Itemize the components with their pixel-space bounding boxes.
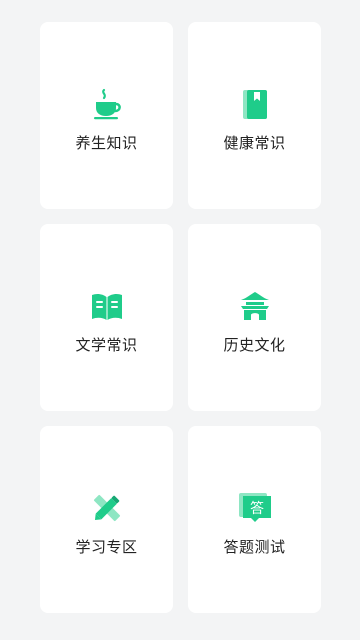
pavilion-icon: [237, 288, 273, 324]
card-label: 答题测试: [223, 538, 286, 556]
card-label: 健康常识: [223, 134, 286, 152]
card-label: 文学常识: [75, 336, 138, 354]
card-label: 学习专区: [75, 538, 138, 556]
svg-text:答: 答: [250, 500, 264, 517]
card-literature-knowledge[interactable]: 文学常识: [40, 224, 173, 411]
open-book-icon: [89, 288, 125, 324]
category-grid: 养生知识 健康常识 文学常识 历史文化 学习专区 答 答题测试: [40, 22, 321, 613]
card-study-zone[interactable]: 学习专区: [40, 426, 173, 613]
card-history-culture[interactable]: 历史文化: [188, 224, 321, 411]
card-health-knowledge[interactable]: 健康常识: [188, 22, 321, 209]
book-bookmark-icon: [237, 86, 273, 122]
card-label: 养生知识: [75, 134, 138, 152]
pencil-ruler-icon: [89, 490, 125, 526]
card-quiz-test[interactable]: 答 答题测试: [188, 426, 321, 613]
card-label: 历史文化: [223, 336, 286, 354]
answer-chat-icon: 答: [237, 490, 273, 526]
card-health-preservation[interactable]: 养生知识: [40, 22, 173, 209]
teacup-icon: [89, 86, 125, 122]
